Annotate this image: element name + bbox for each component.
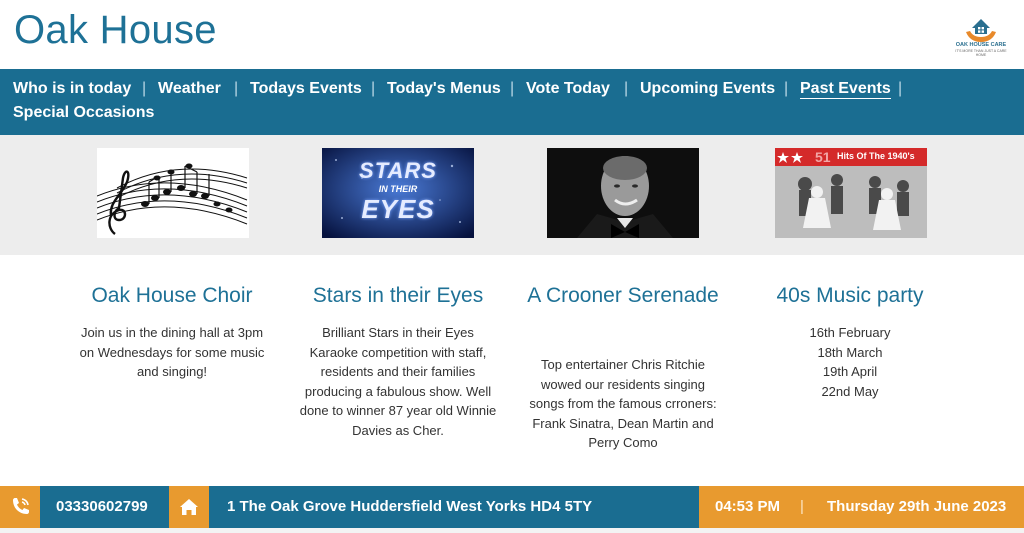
event-image-strip: STARS IN THEIR EYES 51 Hits Of The 1940'… [0, 135, 1024, 255]
house-hands-icon [966, 19, 996, 42]
nav-separator: | [371, 80, 376, 97]
datetime-block: 04:53 PM | Thursday 29th June 2023 [699, 486, 1024, 528]
hits-of-the-1940s-image[interactable]: 51 Hits Of The 1940's [775, 148, 927, 238]
address-text: 1 The Oak Grove Huddersfield West Yorks … [227, 498, 593, 515]
card-body-stars-in-their-eyes: Brilliant Stars in their Eyes Karaoke co… [299, 325, 497, 438]
nav-upcoming-events[interactable]: Upcoming Events [640, 80, 775, 98]
card-body-oak-house-choir: Join us in the dining hall at 3pm on Wed… [79, 325, 265, 379]
stars-logo-line1: STARS [359, 158, 437, 183]
stars-logo-line3: EYES [361, 194, 435, 224]
event-date: 19th April [822, 364, 878, 379]
nav-todays-menus[interactable]: Today's Menus [387, 80, 501, 98]
current-time: 04:53 PM [715, 498, 781, 515]
event-date: 16th February [809, 325, 891, 340]
phone-block: 03330602799 [40, 486, 169, 528]
card-title-40s-music-party[interactable]: 40s Music party [740, 280, 960, 312]
event-date: 18th March [817, 344, 883, 360]
logo-text: OAK HOUSE CARE [955, 42, 1007, 48]
crooner-portrait-image[interactable] [547, 148, 699, 238]
nav-todays-events[interactable]: Todays Events [250, 80, 362, 98]
card-body-crooner-serenade: Top entertainer Chris Ritchie wowed our … [529, 357, 717, 450]
address-block: 1 The Oak Grove Huddersfield West Yorks … [209, 486, 699, 528]
card-title-stars-in-their-eyes[interactable]: Stars in their Eyes [288, 280, 508, 312]
main-nav: Who is in today | Weather | Todays Event… [0, 69, 1024, 135]
site-header: Oak House OAK HOUSE CARE IT'S MORE THAN … [0, 0, 1024, 69]
card-title-oak-house-choir[interactable]: Oak House Choir [62, 280, 282, 312]
phone-number[interactable]: 03330602799 [56, 498, 148, 515]
stars-logo-line2: IN THEIR [378, 184, 418, 194]
choir-music-notes-image[interactable] [97, 148, 249, 238]
nav-who-is-in-today[interactable]: Who is in today [13, 80, 131, 98]
info-footer: 03330602799 1 The Oak Grove Huddersfield… [0, 486, 1024, 528]
nav-weather[interactable]: Weather [158, 80, 221, 98]
stars-in-their-eyes-image[interactable]: STARS IN THEIR EYES [322, 148, 474, 238]
nav-separator: | [234, 80, 239, 97]
hits-title: Hits Of The 1940's [837, 151, 915, 161]
logo-tagline: IT'S MORE THAN JUST A CARE HOME [955, 49, 1007, 57]
bottom-strip [0, 528, 1024, 533]
nav-separator: | [898, 80, 903, 97]
card-title-crooner-serenade[interactable]: A Crooner Serenade [523, 280, 723, 312]
event-date: 22nd May [821, 383, 879, 399]
nav-separator: | [510, 80, 515, 97]
datetime-separator: | [800, 498, 804, 515]
card-dates-40s-music-party: 16th February 18th March 19th April 22nd… [750, 323, 950, 401]
home-icon-block [169, 486, 209, 528]
phone-icon [13, 498, 29, 514]
nav-past-events[interactable]: Past Events [800, 80, 891, 99]
home-icon [180, 499, 198, 515]
site-title[interactable]: Oak House [14, 8, 217, 53]
phone-icon-block [0, 486, 40, 528]
hits-number: 51 [815, 149, 831, 165]
nav-separator: | [142, 80, 147, 97]
nav-separator: | [784, 80, 789, 97]
current-date: Thursday 29th June 2023 [827, 498, 1007, 515]
nav-special-occasions[interactable]: Special Occasions [13, 104, 154, 122]
oak-house-care-logo[interactable]: OAK HOUSE CARE IT'S MORE THAN JUST A CAR… [952, 12, 1010, 62]
nav-separator: | [624, 80, 629, 97]
nav-vote-today[interactable]: Vote Today [526, 80, 610, 98]
